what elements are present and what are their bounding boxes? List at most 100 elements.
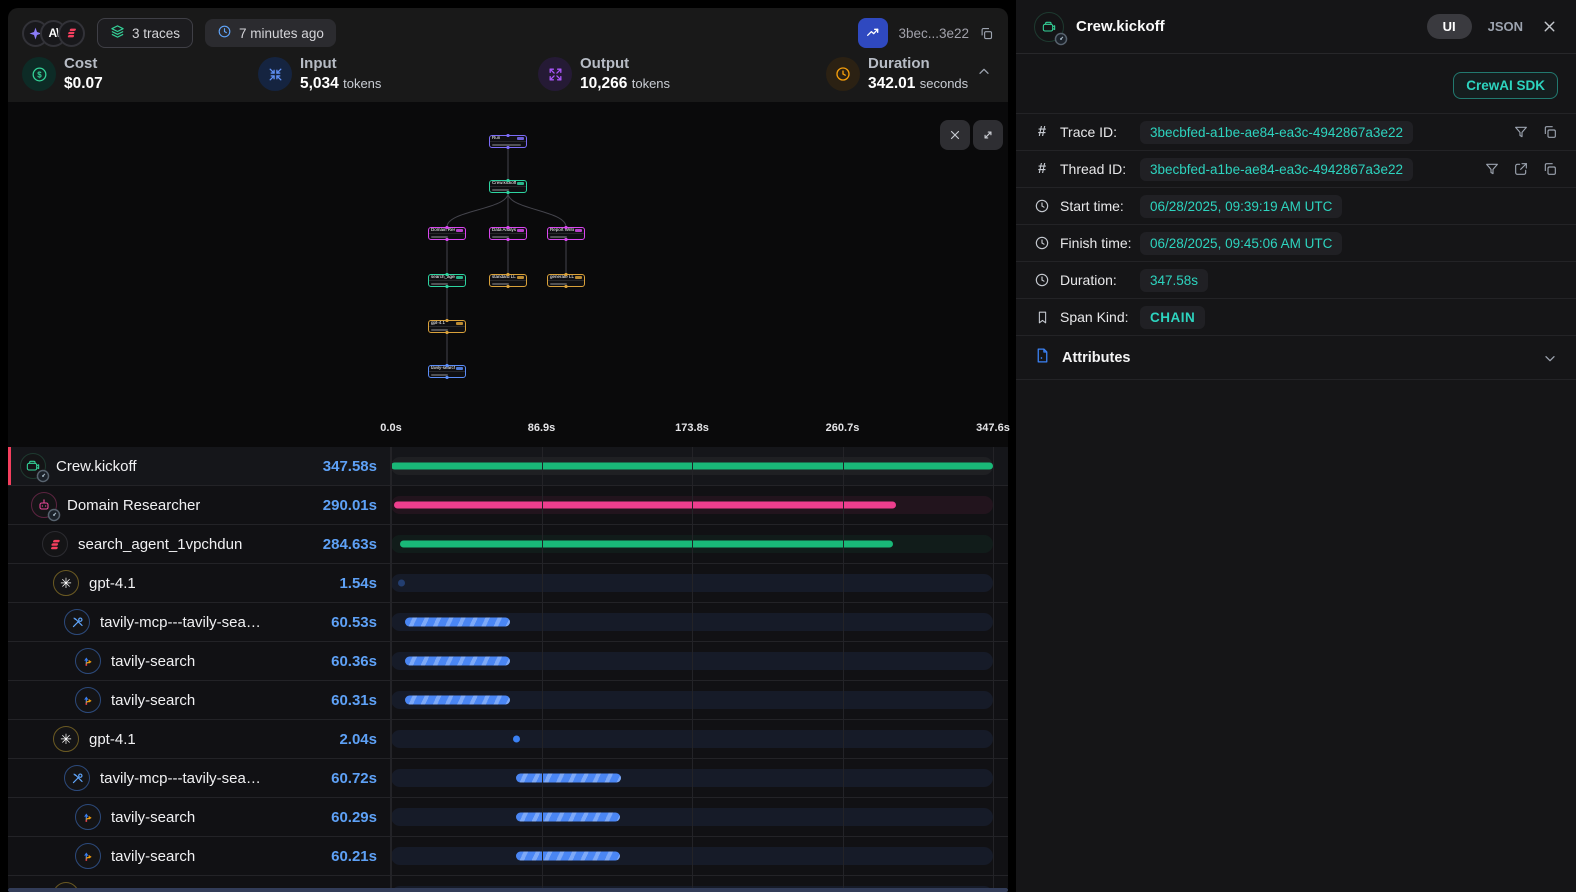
graph-node-kickoff[interactable]: Crew.kickoff bbox=[489, 180, 527, 193]
route-icon bbox=[75, 804, 101, 830]
span-bar bbox=[391, 463, 993, 470]
graph-node-subtitle bbox=[431, 374, 448, 376]
json-file-icon bbox=[1034, 347, 1051, 369]
metric-value: 5,034 bbox=[300, 75, 339, 92]
graph-node-badge bbox=[575, 229, 582, 233]
clock-icon bbox=[217, 24, 232, 42]
graph-node-subtitle bbox=[492, 189, 509, 191]
external-icon[interactable] bbox=[1513, 161, 1529, 177]
span-row-8[interactable]: tavily-mcp---tavily-sea…60.72s bbox=[8, 759, 1008, 798]
chevron-up-icon[interactable] bbox=[976, 64, 992, 85]
copy-icon[interactable] bbox=[1542, 124, 1558, 140]
span-row-6[interactable]: tavily-search60.31s bbox=[8, 681, 1008, 720]
graph-node-analyst[interactable]: Data Analyst bbox=[489, 227, 527, 240]
traces-count-pill[interactable]: 3 traces bbox=[97, 18, 193, 48]
span-row-10[interactable]: tavily-search60.21s bbox=[8, 837, 1008, 876]
graph-close-button[interactable] bbox=[940, 120, 970, 150]
filter-icon[interactable] bbox=[1513, 124, 1529, 140]
graph-node-domain[interactable]: Domain Researcher bbox=[428, 227, 466, 240]
metric-value: $0.07 bbox=[64, 75, 103, 92]
span-bar bbox=[400, 541, 893, 548]
span-duration: 60.36s bbox=[331, 653, 390, 670]
graph-node-badge bbox=[517, 276, 524, 280]
span-row-0[interactable]: Crew.kickoff347.58s bbox=[8, 447, 1008, 486]
field-value: 06/28/2025, 09:39:19 AM UTC bbox=[1140, 195, 1342, 218]
tab-ui[interactable]: UI bbox=[1427, 14, 1472, 39]
clock-icon bbox=[1034, 198, 1050, 214]
graph-node-tavily[interactable]: tavily-search bbox=[428, 365, 466, 378]
red-bars-icon bbox=[42, 531, 68, 557]
span-row-7[interactable]: ✳gpt-4.12.04s bbox=[8, 720, 1008, 759]
chevron-down-icon[interactable] bbox=[1542, 350, 1558, 366]
graph-node-badge bbox=[517, 229, 524, 233]
graph-node-writer[interactable]: Report Writer bbox=[547, 227, 585, 240]
span-row-2[interactable]: search_agent_1vpchdun284.63s bbox=[8, 525, 1008, 564]
span-name: tavily-mcp---tavily-sea… bbox=[100, 770, 261, 787]
span-fields: #Trace ID:3becbfed-a1be-ae84-ea3c-494286… bbox=[1016, 114, 1576, 336]
graph-node-subtitle bbox=[431, 283, 448, 285]
dollar-icon: $ bbox=[22, 57, 56, 91]
graph-node-subtitle bbox=[492, 236, 509, 238]
span-bar bbox=[516, 813, 620, 822]
graph-node-subtitle bbox=[431, 236, 448, 238]
attributes-section-toggle[interactable]: Attributes bbox=[1016, 336, 1576, 380]
graph-node-run[interactable]: Run bbox=[489, 135, 527, 148]
span-duration: 60.21s bbox=[331, 848, 390, 865]
span-row-5[interactable]: tavily-search60.36s bbox=[8, 642, 1008, 681]
span-row-3[interactable]: ✳gpt-4.11.54s bbox=[8, 564, 1008, 603]
copy-icon[interactable] bbox=[1542, 161, 1558, 177]
span-duration: 290.01s bbox=[323, 497, 390, 514]
span-track bbox=[391, 808, 993, 826]
clock-icon bbox=[826, 57, 860, 91]
close-icon[interactable] bbox=[1541, 18, 1558, 35]
span-row-1[interactable]: Domain Researcher 290.01s bbox=[8, 486, 1008, 525]
trend-icon[interactable] bbox=[858, 18, 888, 48]
span-row-11[interactable]: ✳gpt-4.11.36s bbox=[8, 876, 1008, 888]
field-row-5: Span Kind:CHAIN bbox=[1016, 299, 1576, 336]
field-row-2: Start time:06/28/2025, 09:39:19 AM UTC bbox=[1016, 188, 1576, 225]
graph-node-gpt[interactable]: gpt-4.1 bbox=[428, 320, 466, 333]
graph-expand-button[interactable] bbox=[973, 120, 1003, 150]
metric-value: 10,266 bbox=[580, 75, 627, 92]
metric-label: Cost bbox=[64, 55, 103, 74]
copy-icon[interactable] bbox=[979, 26, 994, 41]
field-row-1: #Thread ID:3becbfed-a1be-ae84-ea3c-49428… bbox=[1016, 151, 1576, 188]
field-value: CHAIN bbox=[1140, 306, 1205, 329]
metric-cost: $ Cost$0.07 bbox=[22, 55, 258, 93]
span-name: tavily-mcp---tavily-sea… bbox=[100, 614, 261, 631]
field-value: 3becbfed-a1be-ae84-ea3c-4942867a3e22 bbox=[1140, 121, 1413, 144]
span-name: Domain Researcher bbox=[67, 497, 200, 514]
crew-icon bbox=[20, 453, 46, 479]
graph-node-label: generate LLM prompt bbox=[550, 275, 574, 280]
span-duration: 60.31s bbox=[331, 692, 390, 709]
graph-node-std[interactable]: standard LLM prompt bbox=[489, 274, 527, 287]
span-name: gpt-4.1 bbox=[89, 575, 136, 592]
tab-json[interactable]: JSON bbox=[1488, 19, 1523, 34]
svg-text:$: $ bbox=[37, 70, 42, 79]
trace-short-id: 3bec...3e22 bbox=[898, 26, 969, 41]
graph-node-subtitle bbox=[431, 329, 448, 331]
span-bar bbox=[516, 774, 621, 783]
clock-icon bbox=[1034, 272, 1050, 288]
span-duration: 284.63s bbox=[323, 536, 390, 553]
field-value: 347.58s bbox=[1140, 269, 1208, 292]
graph-node-search[interactable]: search_agent_1vpchdun bbox=[428, 274, 466, 287]
field-label: Trace ID: bbox=[1060, 124, 1140, 140]
graph-node-label: gpt-4.1 bbox=[431, 321, 445, 326]
horizontal-scrollbar[interactable] bbox=[8, 888, 1008, 892]
graph-node-label: Domain Researcher bbox=[431, 228, 455, 233]
metrics-row: $Cost$0.07 Input5,034 tokensOutput10,266… bbox=[8, 48, 1008, 100]
metric-label: Duration bbox=[868, 55, 968, 74]
span-row-9[interactable]: tavily-search60.29s bbox=[8, 798, 1008, 837]
graph-node-gen[interactable]: generate LLM prompt bbox=[547, 274, 585, 287]
graph-node-subtitle bbox=[550, 236, 567, 238]
graph-node-subtitle bbox=[550, 283, 567, 285]
graph-node-label: tavily-search bbox=[431, 366, 455, 371]
span-bar bbox=[516, 852, 620, 861]
graph-node-badge bbox=[517, 182, 524, 186]
span-row-4[interactable]: tavily-mcp---tavily-sea…60.53s bbox=[8, 603, 1008, 642]
filter-icon[interactable] bbox=[1484, 161, 1500, 177]
graph-node-label: Report Writer bbox=[550, 228, 574, 233]
span-track bbox=[391, 847, 993, 865]
tools-icon bbox=[64, 765, 90, 791]
